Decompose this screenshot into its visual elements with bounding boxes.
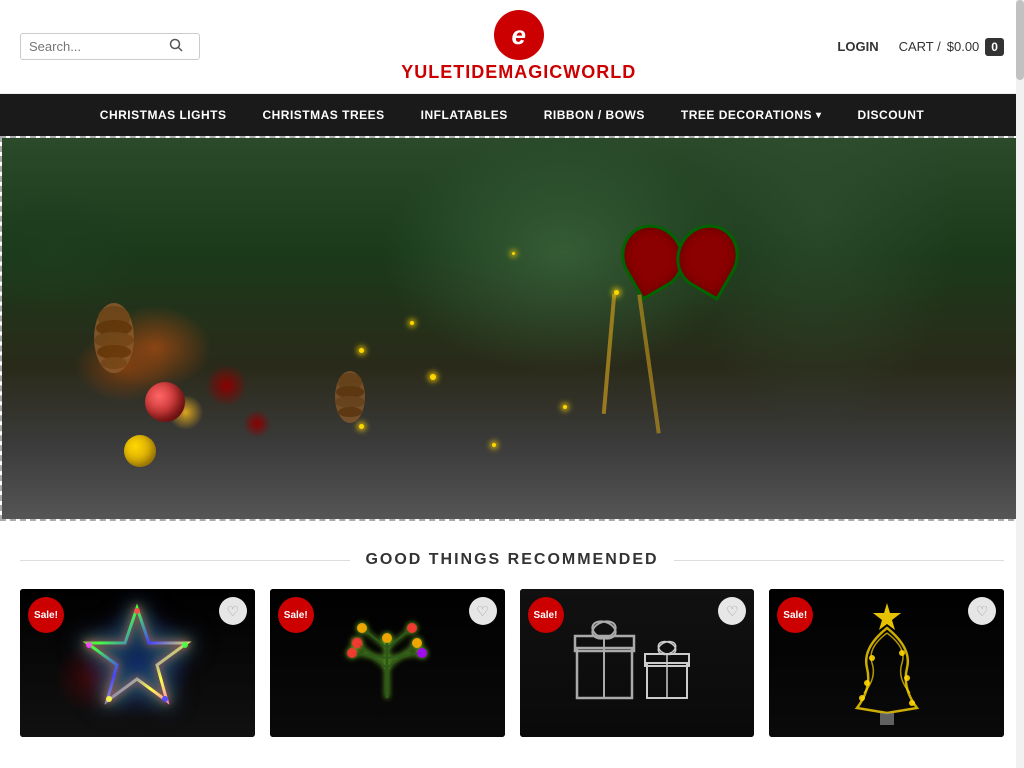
ribbon-decoration xyxy=(587,214,767,434)
wishlist-button-3[interactable]: ♡ xyxy=(718,597,746,625)
ribbon-tail-2 xyxy=(637,295,660,434)
hero-overlay xyxy=(2,138,1022,519)
product-card-4: ♡ Sale! CHRISTMAS LIGHTS xyxy=(769,589,1004,737)
sale-badge-2: Sale! xyxy=(278,597,314,633)
divider-right xyxy=(674,560,1004,561)
light-dot xyxy=(492,443,496,447)
hero-banner xyxy=(0,136,1024,521)
logo-text: YULETIDEMAGICWORLD xyxy=(401,62,636,83)
product-image-2: ♡ Sale! xyxy=(270,589,505,737)
cart-count: 0 xyxy=(985,38,1004,56)
search-input[interactable] xyxy=(29,39,169,54)
scrollbar-thumb[interactable] xyxy=(1016,0,1024,80)
product-image-4: ♡ Sale! xyxy=(769,589,1004,737)
light-dot xyxy=(359,348,364,353)
nav-item-inflatables[interactable]: INFLATABLES xyxy=(403,94,526,136)
product-card-2: ♡ Sale! CHRISTMAS LIGHTS Best Quality 4p… xyxy=(270,589,505,737)
light-dot xyxy=(410,321,414,325)
header: e YULETIDEMAGICWORLD LOGIN CART / $0.00 … xyxy=(0,0,1024,94)
product-card-3: ♡ Sale! CHRISTMAS LIGHTS xyxy=(520,589,755,737)
main-nav: CHRISTMAS LIGHTS CHRISTMAS TREES INFLATA… xyxy=(0,94,1024,136)
nav-item-ribbon-bows[interactable]: RIBBON / BOWS xyxy=(526,94,663,136)
wishlist-button-2[interactable]: ♡ xyxy=(469,597,497,625)
search-button[interactable] xyxy=(169,38,183,55)
pine-cone-svg xyxy=(84,298,144,378)
branch-lights-image xyxy=(332,608,442,718)
nav-item-discount[interactable]: DISCOUNT xyxy=(840,94,943,136)
cart-label: CART / xyxy=(899,39,941,54)
product-card: ♡ Sale! CHRISTMAS LIGHTS xyxy=(20,589,255,737)
pine-cone-svg-2 xyxy=(328,367,373,427)
ribbon-bow xyxy=(617,214,737,314)
header-actions: LOGIN CART / $0.00 0 xyxy=(837,38,1004,56)
cart-amount: $0.00 xyxy=(947,39,980,54)
nav-item-christmas-trees[interactable]: CHRISTMAS TREES xyxy=(244,94,402,136)
product-image-3: ♡ Sale! xyxy=(520,589,755,737)
light-dot xyxy=(563,405,567,409)
cart-button[interactable]: CART / $0.00 0 xyxy=(899,38,1004,56)
product-grid: ♡ Sale! CHRISTMAS LIGHTS xyxy=(20,589,1004,737)
sale-badge-1: Sale! xyxy=(28,597,64,633)
login-button[interactable]: LOGIN xyxy=(837,39,878,54)
hero-background xyxy=(2,138,1022,519)
nav-item-tree-decorations[interactable]: TREE DECORATIONS ▾ xyxy=(663,94,840,136)
sale-badge-3: Sale! xyxy=(528,597,564,633)
ornament-red xyxy=(145,382,185,422)
gift-boxes-image xyxy=(567,608,707,718)
search-bar[interactable] xyxy=(20,33,200,60)
product-image-1: ♡ Sale! xyxy=(20,589,255,737)
star-lights-image xyxy=(77,603,197,723)
spiral-tree-image xyxy=(842,598,932,728)
wishlist-button-1[interactable]: ♡ xyxy=(219,597,247,625)
wishlist-button-4[interactable]: ♡ xyxy=(968,597,996,625)
divider-left xyxy=(20,560,350,561)
section-header: GOOD THINGS RECOMMENDED xyxy=(20,551,1004,569)
recommended-section: GOOD THINGS RECOMMENDED xyxy=(0,521,1024,747)
scrollbar[interactable] xyxy=(1016,0,1024,768)
ribbon-tail-1 xyxy=(602,294,616,414)
chevron-down-icon: ▾ xyxy=(816,110,822,121)
logo[interactable]: e YULETIDEMAGICWORLD xyxy=(401,10,636,83)
logo-emblem: e xyxy=(494,10,544,60)
section-title: GOOD THINGS RECOMMENDED xyxy=(365,551,658,569)
search-icon xyxy=(169,38,183,52)
sale-badge-4: Sale! xyxy=(777,597,813,633)
nav-item-christmas-lights[interactable]: CHRISTMAS LIGHTS xyxy=(82,94,245,136)
